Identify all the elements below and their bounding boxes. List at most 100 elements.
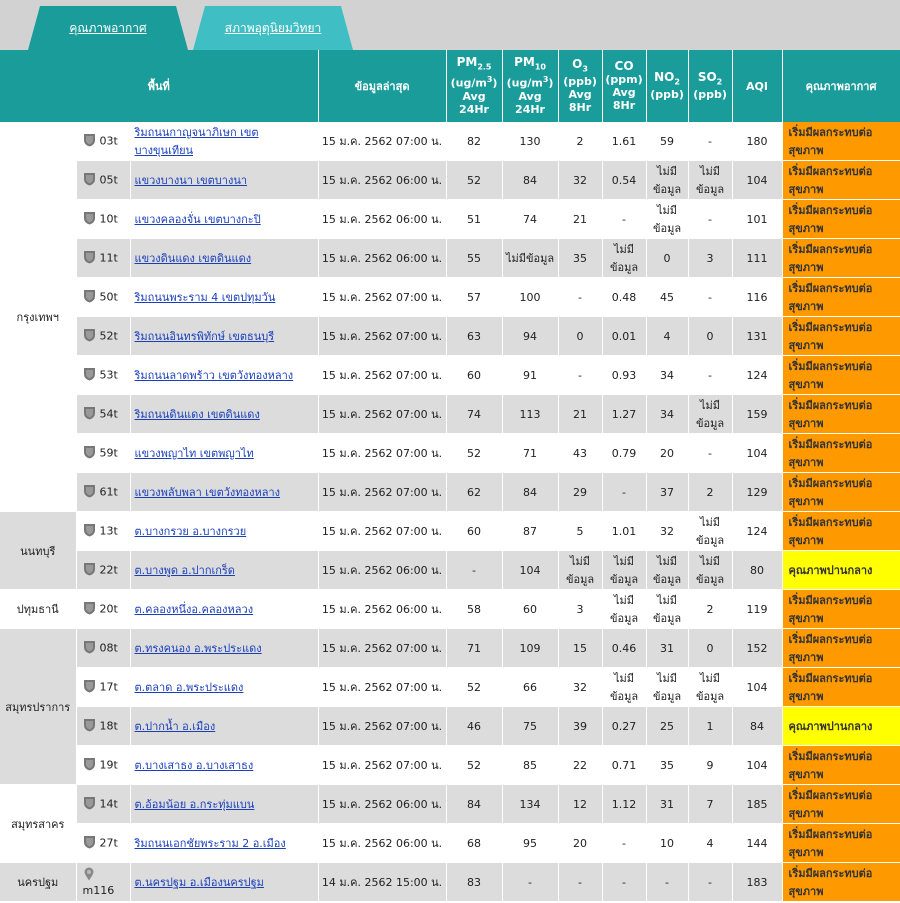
station-link[interactable]: ต.นครปฐม อ.เมืองนครปฐม bbox=[135, 876, 264, 889]
cell-pm10: 87 bbox=[502, 511, 559, 551]
cell-aqi: 152 bbox=[732, 628, 783, 668]
cell-no2: 4 bbox=[646, 316, 689, 356]
table-row: นครปฐม m116 ต.นครปฐม อ.เมืองนครปฐม 14 ม.ค. … bbox=[0, 862, 900, 902]
station-link[interactable]: ต.อ้อมน้อย อ.กระทุ่มแบน bbox=[135, 798, 255, 811]
station-name: ต.บางกรวย อ.บางกรวย bbox=[130, 511, 319, 551]
station-link[interactable]: แขวงบางนา เขตบางนา bbox=[135, 174, 248, 187]
station-link[interactable]: ต.ปากน้ำ อ.เมือง bbox=[135, 720, 216, 733]
station-link[interactable]: ริมถนนดินแดง เขตดินแดง bbox=[135, 408, 260, 421]
cell-aqi: 104 bbox=[732, 745, 783, 785]
station-link[interactable]: แขวงพญาไท เขตพญาไท bbox=[135, 447, 254, 460]
station-link[interactable]: ริมถนนพระราม 4 เขตปทุมวัน bbox=[135, 291, 276, 304]
cell-co: 0.93 bbox=[602, 355, 647, 395]
cell-pm25: 60 bbox=[446, 511, 503, 551]
station-link[interactable]: ต.บางเสาธง อ.บางเสาธง bbox=[135, 759, 254, 772]
cell-no2: ไม่มีข้อมูล bbox=[646, 199, 689, 239]
cell-pm25: 63 bbox=[446, 316, 503, 356]
station-link[interactable]: แขวงคลองจั่น เขตบางกะปิ bbox=[135, 213, 261, 226]
cell-co: 0.79 bbox=[602, 433, 647, 473]
cell-no2: ไม่มีข้อมูล bbox=[646, 160, 689, 200]
station-link[interactable]: ริมถนนเอกชัยพระราม 2 อ.เมือง bbox=[135, 837, 286, 850]
province-name: สมุทรสาคร bbox=[0, 784, 77, 863]
cell-no2: 10 bbox=[646, 823, 689, 863]
cell-no2: ไม่มีข้อมูล bbox=[646, 550, 689, 590]
province-name: นครปฐม bbox=[0, 862, 77, 902]
cell-pm25: 84 bbox=[446, 784, 503, 824]
table-row: 11t แขวงดินแดง เขตดินแดง 15 ม.ค. 2562 06:0… bbox=[0, 238, 900, 278]
station-link[interactable]: แขวงดินแดง เขตดินแดง bbox=[135, 252, 252, 265]
cell-so2: 0 bbox=[688, 628, 733, 668]
cell-o3: 21 bbox=[558, 394, 603, 434]
cell-aqi: 144 bbox=[732, 823, 783, 863]
cell-pm10: 95 bbox=[502, 823, 559, 863]
station-id: 54t bbox=[76, 394, 131, 434]
cell-no2: 20 bbox=[646, 433, 689, 473]
cell-so2: 3 bbox=[688, 238, 733, 278]
shield-icon bbox=[83, 484, 96, 501]
cell-no2: 59 bbox=[646, 122, 689, 161]
station-link[interactable]: แขวงพลับพลา เขตวังทองหลาง bbox=[135, 486, 281, 499]
tab-air-quality[interactable]: คุณภาพอากาศ bbox=[28, 6, 188, 50]
station-link[interactable]: ต.ทรงคนอง อ.พระประแดง bbox=[135, 642, 262, 655]
table-row: 10t แขวงคลองจั่น เขตบางกะปิ 15 ม.ค. 2562 0… bbox=[0, 199, 900, 239]
tab-weather[interactable]: สภาพอุตุนิยมวิทยา bbox=[193, 6, 353, 50]
station-name: แขวงบางนา เขตบางนา bbox=[130, 160, 319, 200]
quality-badge: เริ่มมีผลกระทบต่อสุขภาพ bbox=[782, 238, 900, 278]
station-id: m116 bbox=[76, 862, 131, 902]
station-link[interactable]: ต.ตลาด อ.พระประแดง bbox=[135, 681, 244, 694]
cell-o3: 15 bbox=[558, 628, 603, 668]
cell-o3: - bbox=[558, 277, 603, 317]
cell-aqi: 104 bbox=[732, 433, 783, 473]
station-link[interactable]: ต.คลองหนึ่งอ.คลองหลวง bbox=[135, 603, 254, 616]
station-name: ริมถนนกาญจนาภิเษก เขตบางขุนเทียน bbox=[130, 122, 319, 161]
cell-o3: 0 bbox=[558, 316, 603, 356]
shield-icon bbox=[83, 445, 96, 462]
cell-co: 0.46 bbox=[602, 628, 647, 668]
cell-co: 1.27 bbox=[602, 394, 647, 434]
cell-pm25: 82 bbox=[446, 122, 503, 161]
cell-co: ไม่มีข้อมูล bbox=[602, 238, 647, 278]
table-row: 05t แขวงบางนา เขตบางนา 15 ม.ค. 2562 06:00 … bbox=[0, 160, 900, 200]
cell-aqi: 119 bbox=[732, 589, 783, 629]
cell-no2: 34 bbox=[646, 394, 689, 434]
cell-pm25: 58 bbox=[446, 589, 503, 629]
cell-so2: ไม่มีข้อมูล bbox=[688, 550, 733, 590]
latest-time: 15 ม.ค. 2562 07:00 น. bbox=[318, 433, 447, 473]
cell-co: - bbox=[602, 199, 647, 239]
station-id: 03t bbox=[76, 122, 131, 161]
station-link[interactable]: ริมถนนกาญจนาภิเษก เขตบางขุนเทียน bbox=[135, 126, 259, 157]
cell-o3: 5 bbox=[558, 511, 603, 551]
cell-o3: 21 bbox=[558, 199, 603, 239]
shield-icon bbox=[83, 718, 96, 735]
col-so2: SO2 (ppb) bbox=[688, 50, 733, 122]
quality-badge: เริ่มมีผลกระทบต่อสุขภาพ bbox=[782, 160, 900, 200]
cell-no2: 0 bbox=[646, 238, 689, 278]
cell-o3: 2 bbox=[558, 122, 603, 161]
latest-time: 15 ม.ค. 2562 06:00 น. bbox=[318, 823, 447, 863]
cell-so2: - bbox=[688, 862, 733, 902]
station-id: 27t bbox=[76, 823, 131, 863]
cell-pm25: 68 bbox=[446, 823, 503, 863]
cell-pm10: 84 bbox=[502, 472, 559, 512]
station-link[interactable]: ต.บางกรวย อ.บางกรวย bbox=[135, 525, 247, 538]
cell-pm25: 51 bbox=[446, 199, 503, 239]
cell-aqi: 185 bbox=[732, 784, 783, 824]
quality-badge: เริ่มมีผลกระทบต่อสุขภาพ bbox=[782, 355, 900, 395]
station-link[interactable]: ริมถนนอินทรพิทักษ์ เขตธนบุรี bbox=[135, 330, 275, 343]
latest-time: 15 ม.ค. 2562 07:00 น. bbox=[318, 628, 447, 668]
latest-time: 15 ม.ค. 2562 07:00 น. bbox=[318, 316, 447, 356]
quality-badge: เริ่มมีผลกระทบต่อสุขภาพ bbox=[782, 277, 900, 317]
latest-time: 15 ม.ค. 2562 07:00 น. bbox=[318, 277, 447, 317]
station-id: 08t bbox=[76, 628, 131, 668]
quality-badge: เริ่มมีผลกระทบต่อสุขภาพ bbox=[782, 472, 900, 512]
cell-pm25: 57 bbox=[446, 277, 503, 317]
col-co: CO (ppm) Avg 8Hr bbox=[602, 50, 647, 122]
station-link[interactable]: ต.บางพูด อ.ปากเกร็ด bbox=[135, 564, 235, 577]
latest-time: 15 ม.ค. 2562 07:00 น. bbox=[318, 355, 447, 395]
table-row: 59t แขวงพญาไท เขตพญาไท 15 ม.ค. 2562 07:00 … bbox=[0, 433, 900, 473]
station-link[interactable]: ริมถนนลาดพร้าว เขตวังทองหลาง bbox=[135, 369, 294, 382]
table-row: 22t ต.บางพูด อ.ปากเกร็ด 15 ม.ค. 2562 06:00… bbox=[0, 550, 900, 590]
cell-so2: - bbox=[688, 433, 733, 473]
cell-aqi: 131 bbox=[732, 316, 783, 356]
station-name: ริมถนนพระราม 4 เขตปทุมวัน bbox=[130, 277, 319, 317]
